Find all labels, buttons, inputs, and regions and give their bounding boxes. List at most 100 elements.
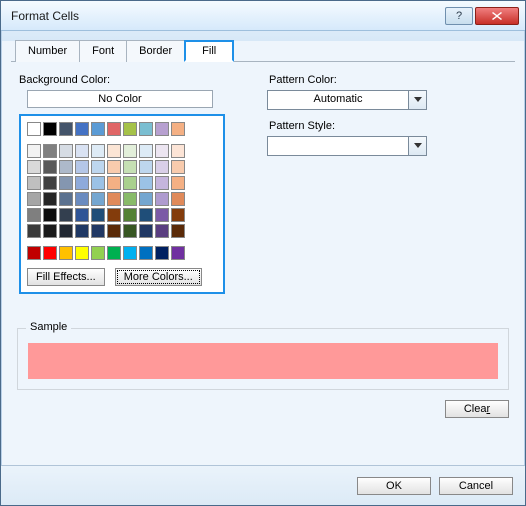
color-swatch[interactable] bbox=[171, 144, 185, 158]
pattern-color-label: Pattern Color: bbox=[269, 74, 509, 86]
tab-border[interactable]: Border bbox=[126, 40, 185, 62]
color-swatch[interactable] bbox=[43, 192, 57, 206]
color-swatch[interactable] bbox=[27, 144, 41, 158]
color-swatch[interactable] bbox=[155, 224, 169, 238]
color-swatch[interactable] bbox=[27, 246, 41, 260]
color-swatch[interactable] bbox=[139, 224, 153, 238]
color-swatch[interactable] bbox=[91, 144, 105, 158]
color-swatch[interactable] bbox=[43, 208, 57, 222]
color-swatch[interactable] bbox=[91, 246, 105, 260]
color-swatch[interactable] bbox=[91, 224, 105, 238]
color-swatch[interactable] bbox=[43, 224, 57, 238]
color-swatch[interactable] bbox=[75, 176, 89, 190]
color-swatch[interactable] bbox=[43, 144, 57, 158]
color-swatch[interactable] bbox=[27, 160, 41, 174]
color-swatch[interactable] bbox=[123, 246, 137, 260]
color-swatch[interactable] bbox=[171, 160, 185, 174]
color-swatch[interactable] bbox=[107, 144, 121, 158]
ok-button[interactable]: OK bbox=[357, 477, 431, 495]
color-swatch[interactable] bbox=[75, 208, 89, 222]
color-swatch[interactable] bbox=[171, 246, 185, 260]
color-swatch[interactable] bbox=[27, 224, 41, 238]
color-swatch[interactable] bbox=[107, 122, 121, 136]
color-swatch[interactable] bbox=[155, 192, 169, 206]
color-swatch[interactable] bbox=[27, 122, 41, 136]
dialog-content: Number Font Border Fill Background Color… bbox=[1, 31, 525, 428]
color-swatch[interactable] bbox=[59, 122, 73, 136]
close-button[interactable] bbox=[475, 7, 519, 25]
color-swatch[interactable] bbox=[139, 144, 153, 158]
color-swatch[interactable] bbox=[91, 208, 105, 222]
color-swatch[interactable] bbox=[139, 160, 153, 174]
color-swatch[interactable] bbox=[27, 192, 41, 206]
color-swatch[interactable] bbox=[43, 160, 57, 174]
sample-group: Sample bbox=[17, 328, 509, 390]
color-swatch[interactable] bbox=[75, 192, 89, 206]
color-swatch[interactable] bbox=[75, 144, 89, 158]
color-swatch[interactable] bbox=[43, 122, 57, 136]
color-swatch[interactable] bbox=[171, 176, 185, 190]
color-swatch[interactable] bbox=[59, 208, 73, 222]
tab-number[interactable]: Number bbox=[15, 40, 80, 62]
color-swatch[interactable] bbox=[155, 160, 169, 174]
more-colors-button[interactable]: More Colors... bbox=[115, 268, 202, 286]
color-swatch[interactable] bbox=[171, 208, 185, 222]
color-swatch[interactable] bbox=[75, 160, 89, 174]
pattern-color-dropdown[interactable]: Automatic bbox=[267, 90, 427, 110]
color-swatch[interactable] bbox=[155, 208, 169, 222]
dialog-footer: OK Cancel bbox=[1, 465, 525, 505]
clear-button[interactable]: Clear bbox=[445, 400, 509, 418]
color-swatch[interactable] bbox=[171, 122, 185, 136]
color-swatch[interactable] bbox=[139, 192, 153, 206]
color-swatch[interactable] bbox=[75, 224, 89, 238]
color-swatch[interactable] bbox=[75, 122, 89, 136]
no-color-button[interactable]: No Color bbox=[27, 90, 213, 108]
help-button[interactable]: ? bbox=[445, 7, 473, 25]
color-swatch[interactable] bbox=[123, 122, 137, 136]
color-swatch[interactable] bbox=[91, 160, 105, 174]
color-swatch[interactable] bbox=[123, 192, 137, 206]
color-swatch[interactable] bbox=[123, 224, 137, 238]
color-swatch[interactable] bbox=[59, 144, 73, 158]
color-swatch[interactable] bbox=[43, 176, 57, 190]
color-swatch[interactable] bbox=[43, 246, 57, 260]
color-swatch[interactable] bbox=[107, 160, 121, 174]
color-swatch[interactable] bbox=[59, 192, 73, 206]
color-swatch[interactable] bbox=[91, 122, 105, 136]
color-swatch[interactable] bbox=[59, 176, 73, 190]
color-swatch[interactable] bbox=[59, 246, 73, 260]
cancel-button[interactable]: Cancel bbox=[439, 477, 513, 495]
color-swatch[interactable] bbox=[27, 176, 41, 190]
color-swatch[interactable] bbox=[107, 208, 121, 222]
color-swatch[interactable] bbox=[123, 176, 137, 190]
color-swatch[interactable] bbox=[139, 208, 153, 222]
pattern-style-dropdown[interactable] bbox=[267, 136, 427, 156]
color-swatch[interactable] bbox=[155, 246, 169, 260]
color-swatch[interactable] bbox=[123, 144, 137, 158]
fill-effects-button[interactable]: Fill Effects... bbox=[27, 268, 105, 286]
color-swatch[interactable] bbox=[107, 246, 121, 260]
color-swatch[interactable] bbox=[107, 176, 121, 190]
color-swatch[interactable] bbox=[139, 176, 153, 190]
color-swatch[interactable] bbox=[59, 160, 73, 174]
color-swatch[interactable] bbox=[171, 224, 185, 238]
color-swatch[interactable] bbox=[91, 176, 105, 190]
color-swatch[interactable] bbox=[171, 192, 185, 206]
chevron-down-icon bbox=[408, 137, 426, 155]
color-swatch[interactable] bbox=[123, 208, 137, 222]
tabstrip: Number Font Border Fill bbox=[11, 39, 515, 62]
color-swatch[interactable] bbox=[139, 246, 153, 260]
color-swatch[interactable] bbox=[91, 192, 105, 206]
color-swatch[interactable] bbox=[107, 224, 121, 238]
tab-fill[interactable]: Fill bbox=[184, 40, 234, 62]
color-swatch[interactable] bbox=[75, 246, 89, 260]
color-swatch[interactable] bbox=[59, 224, 73, 238]
color-swatch[interactable] bbox=[107, 192, 121, 206]
color-swatch[interactable] bbox=[27, 208, 41, 222]
color-swatch[interactable] bbox=[139, 122, 153, 136]
color-swatch[interactable] bbox=[155, 176, 169, 190]
tab-font[interactable]: Font bbox=[79, 40, 127, 62]
color-swatch[interactable] bbox=[123, 160, 137, 174]
color-swatch[interactable] bbox=[155, 144, 169, 158]
color-swatch[interactable] bbox=[155, 122, 169, 136]
